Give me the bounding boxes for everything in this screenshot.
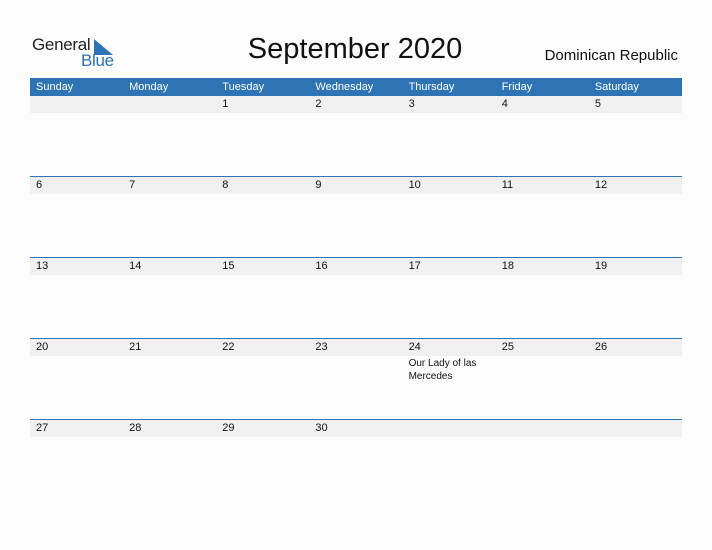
day-cell-1[interactable]: 1 <box>222 96 228 113</box>
country-label: Dominican Republic <box>544 47 678 64</box>
day-cell-13[interactable]: 13 <box>36 258 48 275</box>
day-cell-29[interactable]: 29 <box>222 420 234 437</box>
day-cell-9[interactable]: 9 <box>315 177 321 194</box>
day-cell-25[interactable]: 25 <box>502 339 514 356</box>
day-cell-11[interactable]: 11 <box>502 177 513 194</box>
week-row: 13 14 15 16 17 18 19 <box>30 257 682 339</box>
weekday-monday: Monday <box>129 81 169 93</box>
day-cell-19[interactable]: 19 <box>595 258 607 275</box>
date-band <box>30 258 682 275</box>
day-cell-28[interactable]: 28 <box>129 420 141 437</box>
day-cell-15[interactable]: 15 <box>222 258 234 275</box>
day-cell-18[interactable]: 18 <box>502 258 514 275</box>
week-row: 6 7 8 9 10 11 12 <box>30 176 682 258</box>
day-cell-10[interactable]: 10 <box>409 177 421 194</box>
day-cell-4[interactable]: 4 <box>502 96 508 113</box>
day-cell-24[interactable]: 24 <box>409 339 421 356</box>
date-band <box>30 177 682 194</box>
day-cell-20[interactable]: 20 <box>36 339 48 356</box>
day-cell-3[interactable]: 3 <box>409 96 415 113</box>
weekday-friday: Friday <box>501 81 533 93</box>
day-cell-17[interactable]: 17 <box>409 258 421 275</box>
week-row: 27 28 29 30 <box>30 419 682 501</box>
holiday-label: Our Lady of las Mercedes <box>408 358 477 382</box>
week-row: 1 2 3 4 5 <box>30 96 682 177</box>
weekday-header: Sunday Monday Tuesday Wednesday Thursday Frid… <box>30 78 682 96</box>
date-band <box>30 420 682 437</box>
day-cell-2[interactable]: 2 <box>315 96 321 113</box>
date-band <box>30 339 682 356</box>
day-cell-16[interactable]: 16 <box>315 258 327 275</box>
day-cell-12[interactable]: 12 <box>595 177 607 194</box>
week-row: 20 21 22 23 24 Our Lady of las Mercedes 25 26 <box>30 338 682 420</box>
day-cell-14[interactable]: 14 <box>129 258 141 275</box>
day-cell-7[interactable]: 7 <box>129 177 135 194</box>
day-cell-6[interactable]: 6 <box>36 177 42 194</box>
day-cell-26[interactable]: 26 <box>595 339 607 356</box>
day-cell-21[interactable]: 21 <box>129 339 141 356</box>
weekday-saturday: Saturday <box>594 81 639 93</box>
day-cell-5[interactable]: 5 <box>595 96 601 113</box>
day-cell-22[interactable]: 22 <box>222 339 234 356</box>
day-cell-8[interactable]: 8 <box>222 177 228 194</box>
weekday-sunday: Sunday <box>36 81 74 93</box>
day-cell-30[interactable]: 30 <box>315 420 327 437</box>
weekday-wednesday: Wednesday <box>315 81 374 93</box>
weekday-tuesday: Tuesday <box>222 81 265 93</box>
weekday-thursday: Thursday <box>408 81 455 93</box>
day-cell-23[interactable]: 23 <box>315 339 327 356</box>
date-band <box>30 96 682 113</box>
day-cell-27[interactable]: 27 <box>36 420 48 437</box>
